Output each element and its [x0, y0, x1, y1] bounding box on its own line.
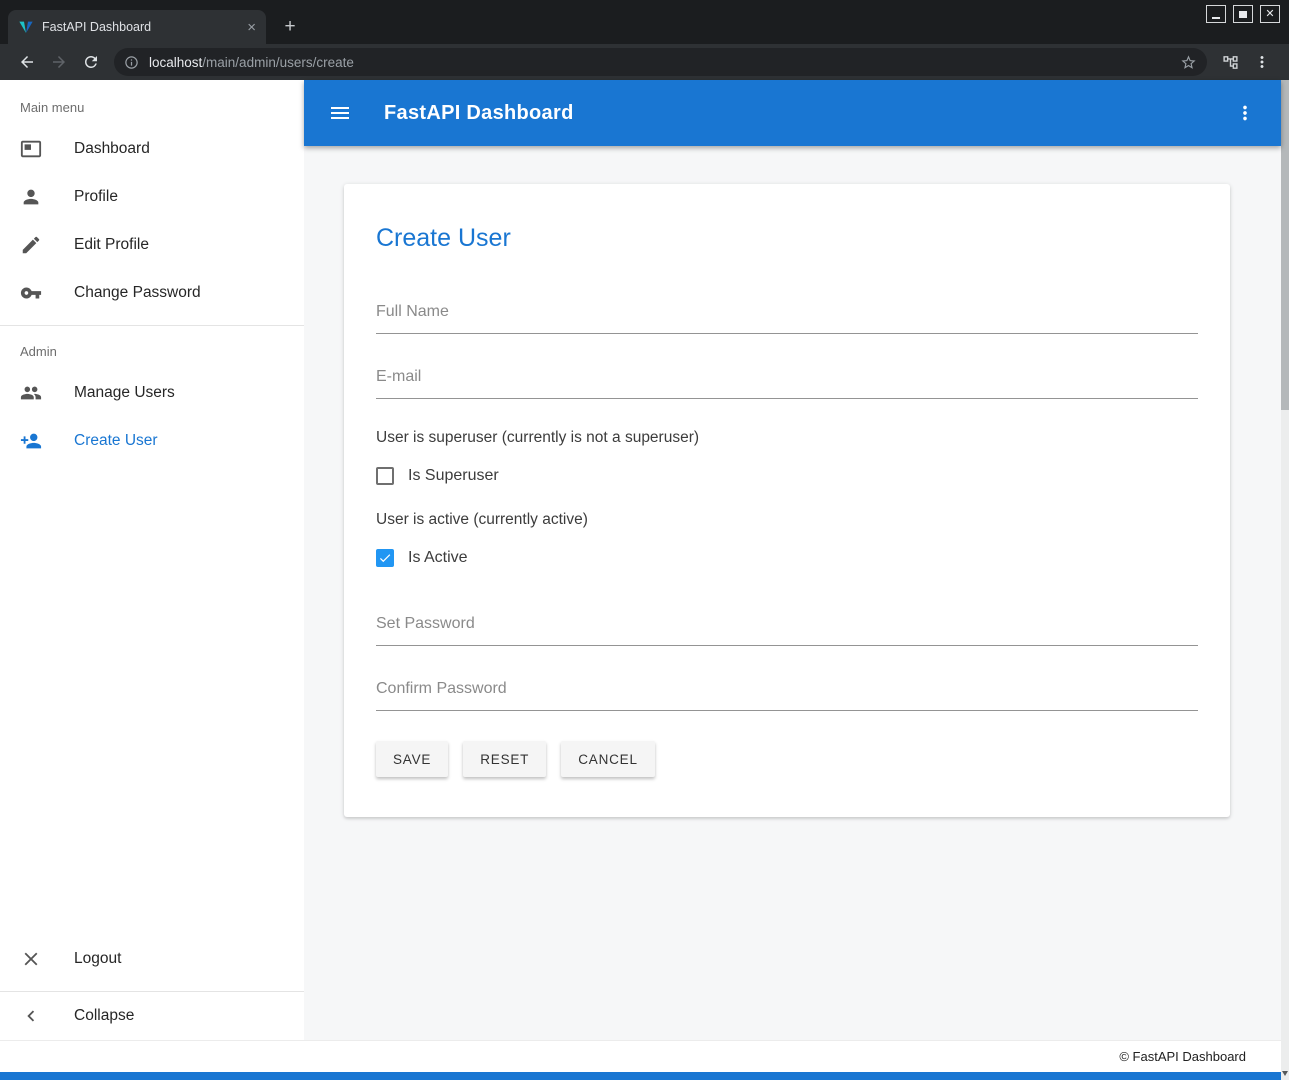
- superuser-checkbox-row: Is Superuser: [376, 467, 1198, 485]
- person-icon: [20, 186, 42, 208]
- new-tab-button[interactable]: +: [276, 13, 304, 41]
- superuser-checkbox[interactable]: [376, 467, 394, 485]
- forward-button[interactable]: [44, 47, 74, 77]
- sidebar-spacer: [0, 465, 304, 935]
- page-footer: © FastAPI Dashboard: [0, 1040, 1281, 1072]
- cancel-button[interactable]: CANCEL: [561, 741, 655, 777]
- check-icon: [378, 551, 392, 565]
- full-name-input[interactable]: [376, 299, 1198, 334]
- reset-button[interactable]: RESET: [463, 741, 546, 777]
- bookmark-star-icon[interactable]: [1180, 54, 1197, 71]
- dashboard-icon: [20, 138, 42, 160]
- email-input[interactable]: [376, 364, 1198, 399]
- reload-button[interactable]: [76, 47, 106, 77]
- appbar-menu-button[interactable]: [1221, 89, 1269, 137]
- main-area: FastAPI Dashboard Create User User is su…: [304, 80, 1281, 1040]
- close-x-icon: [20, 948, 42, 970]
- active-checkbox-row: Is Active: [376, 549, 1198, 567]
- url-text: localhost/main/admin/users/create: [149, 55, 354, 70]
- maximize-icon: [1239, 11, 1247, 18]
- scrollbar-down-arrow-icon[interactable]: [1282, 1071, 1288, 1076]
- tab-title: FastAPI Dashboard: [42, 20, 237, 34]
- set-password-input[interactable]: [376, 611, 1198, 646]
- browser-menu-button[interactable]: [1247, 47, 1277, 77]
- chevron-left-icon: [20, 1005, 42, 1027]
- page-content: Create User User is superuser (currently…: [304, 146, 1281, 1040]
- hamburger-menu-icon: [328, 101, 352, 125]
- set-password-field-wrap: [376, 611, 1198, 646]
- confirm-password-input[interactable]: [376, 676, 1198, 711]
- reload-icon: [82, 53, 100, 71]
- sidebar-item-logout[interactable]: Logout: [0, 935, 304, 983]
- page-title: Create User: [376, 224, 1198, 253]
- back-button[interactable]: [12, 47, 42, 77]
- sidebar: Main menu Dashboard Profile Edit Profile: [0, 80, 305, 1040]
- close-icon: ✕: [1265, 9, 1274, 20]
- extension-button[interactable]: [1215, 47, 1245, 77]
- sidebar-item-change-password[interactable]: Change Password: [0, 269, 304, 317]
- sidebar-item-label: Create User: [74, 432, 158, 450]
- people-icon: [20, 382, 42, 404]
- hamburger-menu-button[interactable]: [316, 89, 364, 137]
- vertical-scrollbar[interactable]: [1281, 80, 1289, 1080]
- sidebar-item-label: Collapse: [74, 1007, 134, 1025]
- email-field-wrap: [376, 364, 1198, 399]
- browser-window: FastAPI Dashboard × + ✕ localhost/main/a…: [0, 0, 1289, 1080]
- sidebar-collapse-button[interactable]: Collapse: [0, 992, 304, 1040]
- active-checkbox-label[interactable]: Is Active: [408, 549, 468, 567]
- kebab-menu-icon: [1253, 53, 1271, 71]
- sidebar-item-edit-profile[interactable]: Edit Profile: [0, 221, 304, 269]
- page-viewport: Main menu Dashboard Profile Edit Profile: [0, 80, 1289, 1080]
- person-add-icon: [20, 430, 42, 452]
- kebab-menu-icon: [1234, 102, 1256, 124]
- superuser-checkbox-label[interactable]: Is Superuser: [408, 467, 499, 485]
- form-buttons: SAVE RESET CANCEL: [376, 741, 1198, 777]
- back-icon: [18, 53, 36, 71]
- sidebar-item-label: Change Password: [74, 284, 201, 302]
- tab-close-icon[interactable]: ×: [245, 20, 258, 35]
- site-info-icon[interactable]: [124, 55, 139, 70]
- sidebar-section-admin-label: Admin: [0, 334, 304, 369]
- pencil-icon: [20, 234, 42, 256]
- forward-icon: [50, 53, 68, 71]
- window-controls: ✕: [1206, 5, 1280, 23]
- window-maximize-button[interactable]: [1233, 5, 1253, 23]
- confirm-password-field-wrap: [376, 676, 1198, 711]
- sidebar-item-label: Logout: [74, 950, 121, 968]
- browser-toolbar: localhost/main/admin/users/create: [0, 44, 1289, 80]
- scrollbar-thumb[interactable]: [1281, 80, 1289, 410]
- sidebar-item-manage-users[interactable]: Manage Users: [0, 369, 304, 417]
- sidebar-item-create-user[interactable]: Create User: [0, 417, 304, 465]
- create-user-card: Create User User is superuser (currently…: [344, 184, 1230, 817]
- app-title: FastAPI Dashboard: [384, 102, 574, 125]
- url-path: /main/admin/users/create: [202, 55, 354, 70]
- sidebar-section-main-label: Main menu: [0, 80, 304, 125]
- browser-tab[interactable]: FastAPI Dashboard ×: [8, 10, 266, 44]
- key-icon: [20, 282, 42, 304]
- sidebar-item-dashboard[interactable]: Dashboard: [0, 125, 304, 173]
- active-checkbox[interactable]: [376, 549, 394, 567]
- url-host: localhost: [149, 55, 202, 70]
- superuser-hint: User is superuser (currently is not a su…: [376, 429, 1198, 447]
- minimize-icon: [1212, 17, 1220, 19]
- sidebar-item-label: Dashboard: [74, 140, 150, 158]
- footer-accent-bar: [0, 1072, 1281, 1080]
- sidebar-item-profile[interactable]: Profile: [0, 173, 304, 221]
- full-name-field-wrap: [376, 299, 1198, 334]
- window-minimize-button[interactable]: [1206, 5, 1226, 23]
- extension-icon: [1222, 54, 1239, 71]
- browser-titlebar: FastAPI Dashboard × + ✕: [0, 0, 1289, 44]
- url-address-bar[interactable]: localhost/main/admin/users/create: [114, 48, 1207, 76]
- window-close-button[interactable]: ✕: [1260, 5, 1280, 23]
- active-hint: User is active (currently active): [376, 511, 1198, 529]
- save-button[interactable]: SAVE: [376, 741, 448, 777]
- vuetify-favicon-icon: [18, 19, 34, 35]
- sidebar-item-label: Manage Users: [74, 384, 175, 402]
- sidebar-item-label: Edit Profile: [74, 236, 149, 254]
- sidebar-divider: [0, 325, 304, 326]
- sidebar-item-label: Profile: [74, 188, 118, 206]
- copyright-text: © FastAPI Dashboard: [1119, 1049, 1246, 1064]
- app-bar: FastAPI Dashboard: [304, 80, 1281, 146]
